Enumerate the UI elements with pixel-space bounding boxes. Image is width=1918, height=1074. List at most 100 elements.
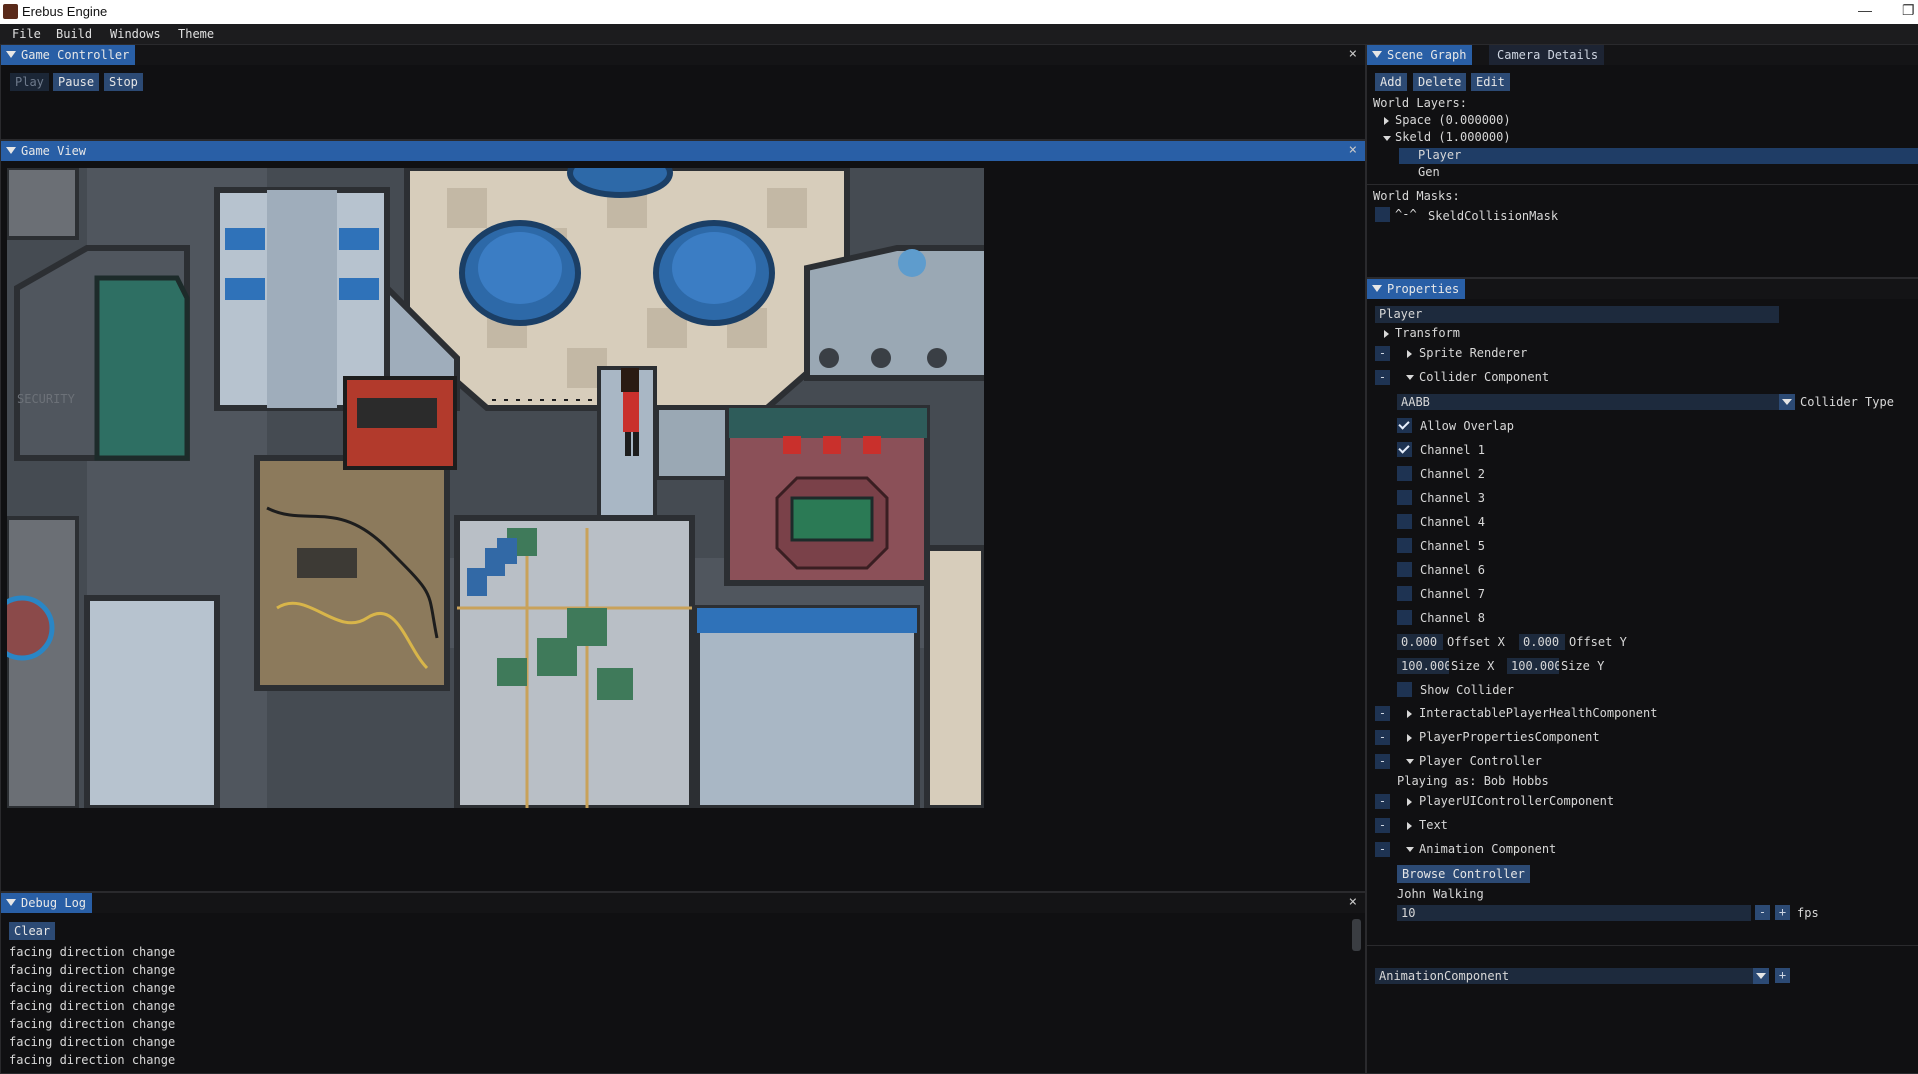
layer-space[interactable]: Space (0.000000) [1395,113,1511,127]
log-scrollbar[interactable] [1352,919,1361,951]
pause-button[interactable]: Pause [53,73,100,91]
transform-header[interactable]: Transform [1395,326,1460,340]
mask-name: SkeldCollisionMask [1428,209,1559,223]
close-icon[interactable]: × [1349,142,1357,158]
menu-build[interactable]: Build [56,27,92,41]
scene-graph-panel: Scene Graph Camera Details Add Delete Ed… [1366,44,1918,278]
channel-4-checkbox[interactable] [1397,514,1412,529]
channel-5-checkbox[interactable] [1397,538,1412,553]
sprite-renderer-header[interactable]: Sprite Renderer [1419,346,1527,360]
close-icon[interactable]: × [1349,894,1357,910]
app-icon [3,4,18,19]
expand-arrow-icon[interactable] [1407,798,1412,806]
mask-checkbox[interactable] [1375,207,1390,222]
player-controller-header[interactable]: Player Controller [1419,754,1542,768]
collapse-arrow-icon[interactable] [1406,759,1414,764]
delete-button[interactable]: Delete [1413,73,1467,91]
fps-decrement-button[interactable]: - [1755,905,1770,920]
expand-arrow-icon[interactable] [1407,822,1412,830]
add-component-select[interactable]: AnimationComponent [1375,968,1767,984]
play-button[interactable]: Play [10,73,49,91]
size-y-input[interactable]: 100.000 [1507,658,1559,674]
collapse-arrow-icon[interactable] [1406,847,1414,852]
player-ui-controller-header[interactable]: PlayerUIControllerComponent [1419,794,1614,808]
player-properties-header[interactable]: PlayerPropertiesComponent [1419,730,1600,744]
collapse-triangle-icon[interactable] [6,899,16,906]
menu-theme[interactable]: Theme [178,27,214,41]
edit-button[interactable]: Edit [1471,73,1510,91]
fps-increment-button[interactable]: + [1775,905,1790,920]
selected-object-name[interactable]: Player [1375,306,1779,323]
remove-component-button[interactable]: - [1375,706,1390,721]
maximize-button[interactable]: ❐ [1902,2,1915,19]
collider-component-header[interactable]: Collider Component [1419,370,1549,384]
allow-overlap-checkbox[interactable] [1397,418,1412,433]
text-component-header[interactable]: Text [1419,818,1448,832]
remove-component-button[interactable]: - [1375,346,1390,361]
node-gen[interactable]: Gen [1418,165,1440,179]
add-button[interactable]: Add [1375,73,1407,91]
collapse-triangle-icon[interactable] [1372,285,1382,292]
minimize-button[interactable]: — [1858,2,1872,18]
expand-arrow-icon[interactable] [1384,330,1389,338]
log-line: facing direction change [9,999,176,1013]
layer-skeld[interactable]: Skeld (1.000000) [1395,130,1511,144]
remove-component-button[interactable]: - [1375,370,1390,385]
tab-game-controller[interactable]: Game Controller [1,45,136,65]
remove-component-button[interactable]: - [1375,730,1390,745]
expand-arrow-icon[interactable] [1407,710,1412,718]
dropdown-arrow-icon[interactable] [1779,394,1795,410]
channel-label: Channel 1 [1420,443,1486,457]
collider-type-select[interactable]: AABB [1397,394,1791,410]
expand-arrow-icon[interactable] [1407,734,1412,742]
offset-y-input[interactable]: 0.000 [1519,634,1565,650]
collapse-arrow-icon[interactable] [1406,375,1414,380]
tab-label: Scene Graph [1387,48,1467,62]
remove-component-button[interactable]: - [1375,754,1390,769]
game-viewport[interactable]: SECURITY [7,168,984,808]
add-component-button[interactable]: + [1775,968,1790,983]
channel-6-checkbox[interactable] [1397,562,1412,577]
close-icon[interactable]: × [1349,46,1357,62]
collapse-arrow-icon[interactable] [1383,136,1391,141]
channel-8-checkbox[interactable] [1397,610,1412,625]
size-x-input[interactable]: 100.000 [1397,658,1449,674]
animation-component-header[interactable]: Animation Component [1419,842,1556,856]
divider [1367,945,1918,946]
dropdown-arrow-icon[interactable] [1753,968,1769,984]
channel-1-checkbox[interactable] [1397,442,1412,457]
fps-input[interactable]: 10 [1397,905,1751,921]
game-controller-titlebar: Game Controller × [1,45,1365,65]
menu-file[interactable]: File [12,27,41,41]
tab-debug-log[interactable]: Debug Log [1,893,93,913]
interactable-health-header[interactable]: InteractablePlayerHealthComponent [1419,706,1657,720]
offset-x-label: Offset X [1447,635,1505,649]
world-masks-label: World Masks: [1373,189,1460,203]
remove-component-button[interactable]: - [1375,818,1390,833]
menu-bar: File Build Windows Theme [0,24,1918,44]
clear-button[interactable]: Clear [9,922,56,940]
expand-arrow-icon[interactable] [1384,117,1389,125]
divider [1367,184,1918,185]
channel-label: Channel 7 [1420,587,1486,601]
node-player[interactable]: Player [1418,148,1461,162]
tab-scene-graph[interactable]: Scene Graph [1367,45,1473,65]
menu-windows[interactable]: Windows [110,27,161,41]
offset-x-input[interactable]: 0.000 [1397,634,1443,650]
tab-properties[interactable]: Properties [1367,279,1466,299]
channel-3-checkbox[interactable] [1397,490,1412,505]
show-collider-checkbox[interactable] [1397,682,1412,697]
collapse-triangle-icon[interactable] [6,147,16,154]
channel-7-checkbox[interactable] [1397,586,1412,601]
channel-label: Channel 4 [1420,515,1486,529]
tab-game-view[interactable]: Game View [1,141,93,161]
expand-arrow-icon[interactable] [1407,350,1412,358]
collapse-triangle-icon[interactable] [6,51,16,58]
remove-component-button[interactable]: - [1375,842,1390,857]
channel-2-checkbox[interactable] [1397,466,1412,481]
stop-button[interactable]: Stop [104,73,143,91]
remove-component-button[interactable]: - [1375,794,1390,809]
browse-controller-button[interactable]: Browse Controller [1397,865,1530,883]
tab-camera-details[interactable]: Camera Details [1489,45,1605,65]
collapse-triangle-icon[interactable] [1372,51,1382,58]
